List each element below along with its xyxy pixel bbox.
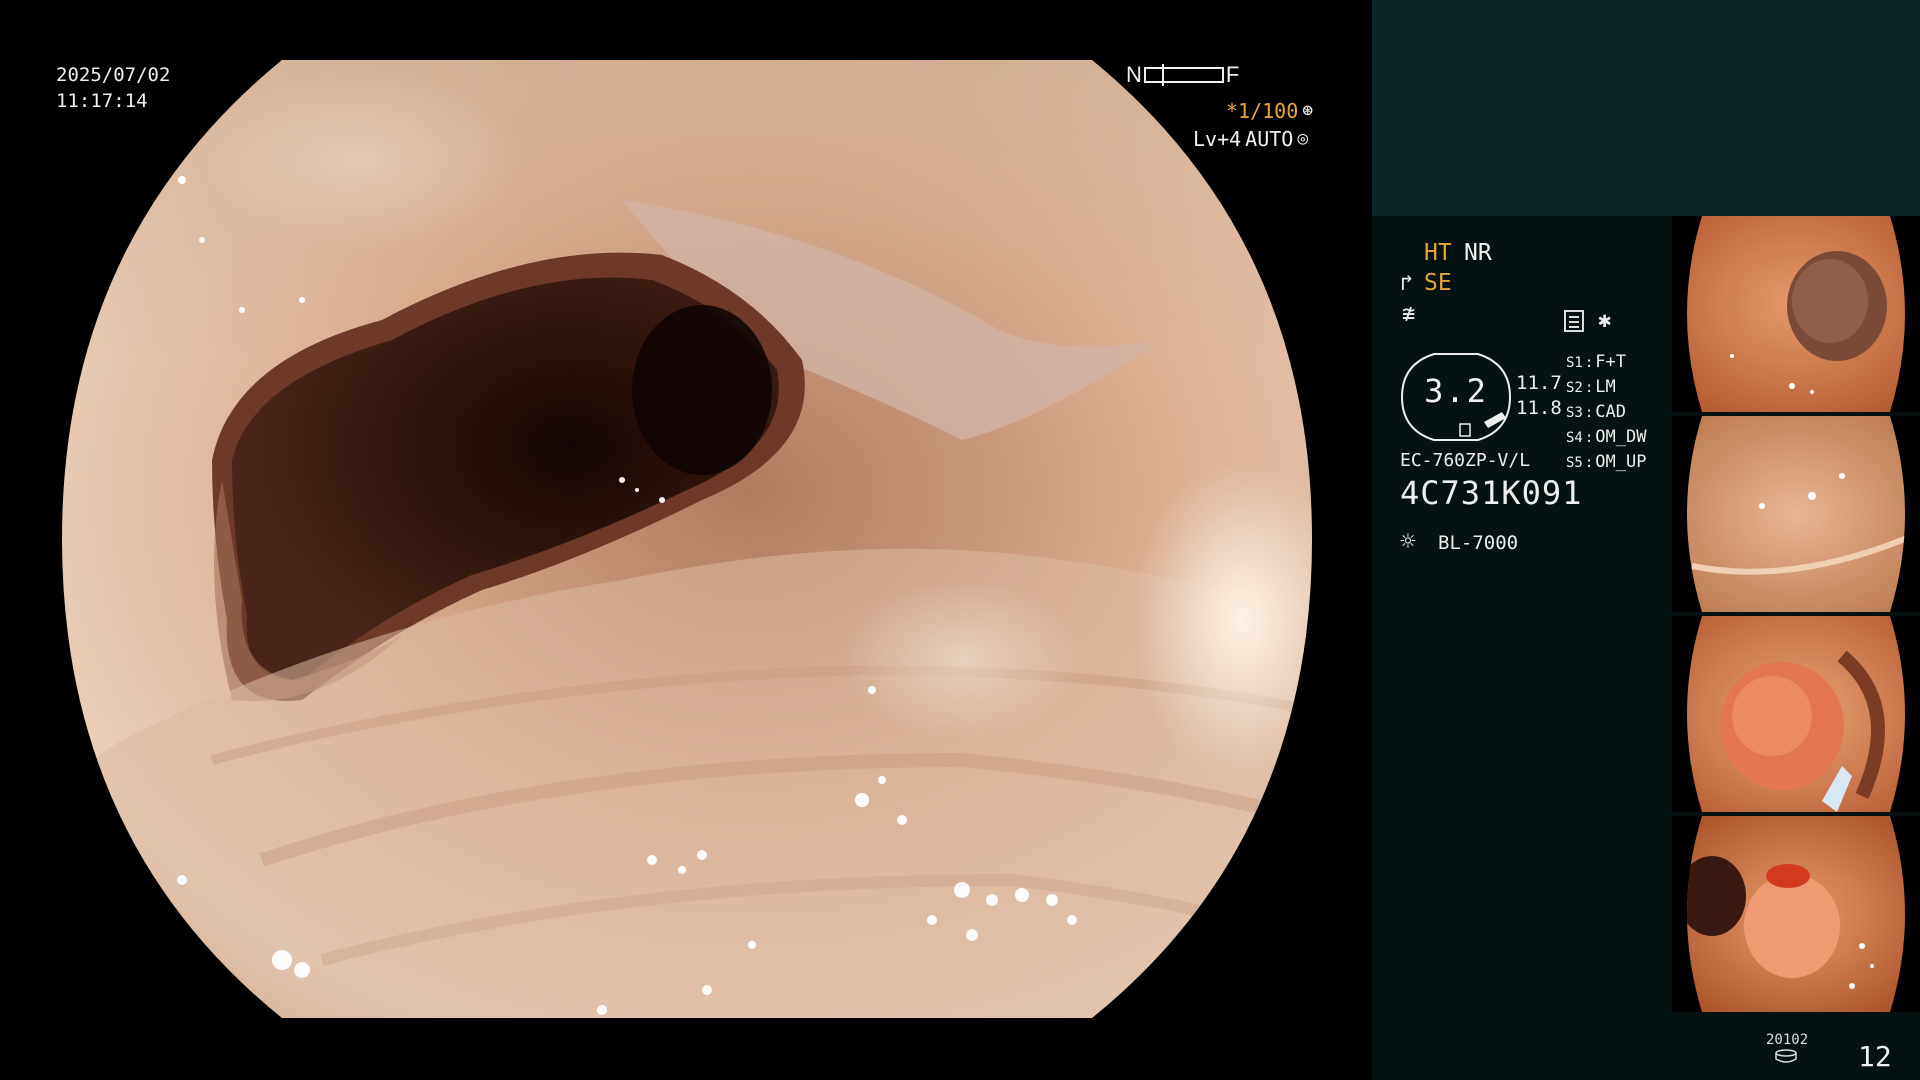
ht-label: HT [1424, 240, 1452, 266]
light-source-model-text: BL-7000 [1438, 532, 1519, 554]
scope-model-text: EC-760ZP-V/L [1400, 450, 1531, 471]
switch-s4: S4: OM_DW [1566, 427, 1647, 447]
memory-card-icon [1564, 310, 1584, 332]
switch-key: S3 [1566, 405, 1583, 421]
value-b-text: 11.8 [1516, 397, 1562, 419]
structure-enhancement-icon: ↱ [1400, 271, 1414, 296]
scope-info-panel: HT NR ↱ SE ≇ ✱ 3.2 11.7 11.8 S1: F+T S2: L… [1372, 216, 1670, 1080]
freeze-icon: ≇ [1402, 302, 1416, 327]
switch-value: OM_UP [1595, 452, 1647, 472]
scope-serial-text: 4C731K091 [1400, 474, 1583, 512]
switch-s5: S5: OM_UP [1566, 452, 1647, 472]
captured-image-thumbnail[interactable] [1672, 816, 1920, 1012]
side-panel-header-area [1372, 0, 1920, 216]
scope-diameter-value: 3.2 [1424, 372, 1488, 410]
captured-image-thumbnail[interactable] [1672, 416, 1920, 612]
asterisk-icon: ✱ [1598, 308, 1612, 333]
brightness-level-display: Lv+4 AUTO ◎ [1193, 126, 1308, 152]
switch-value: LM [1595, 377, 1616, 397]
recorder-code-text: 20102 [1766, 1032, 1809, 1048]
captured-image-thumbnail[interactable] [1672, 216, 1920, 412]
side-panel: HT NR ↱ SE ≇ ✱ 3.2 11.7 11.8 S1: F+T S2: L… [1372, 0, 1920, 1080]
switch-s2: S2: LM [1566, 377, 1616, 397]
shutter-speed-text: *1/100 [1226, 99, 1299, 123]
scope-badge: 3.2 [1400, 352, 1512, 442]
date-text: 2025/07/02 [56, 64, 171, 86]
time-text: 11:17:14 [56, 90, 148, 112]
se-label: SE [1424, 270, 1452, 296]
switch-key: S4 [1566, 430, 1583, 446]
switch-value: F+T [1595, 352, 1627, 372]
date-time-display: 2025/07/02 11:17:14 [56, 62, 170, 114]
switch-value: CAD [1595, 402, 1627, 422]
nr-label: NR [1464, 240, 1492, 266]
iris-mode-text: AUTO [1245, 127, 1294, 151]
near-far-bar [1143, 64, 1224, 86]
shutter-icon: ⊛ [1302, 100, 1314, 121]
iris-icon: ◎ [1297, 128, 1309, 149]
endoscopic-image [62, 60, 1312, 1018]
switch-key: S5 [1566, 455, 1583, 471]
near-label: N [1126, 62, 1142, 87]
captured-image-thumbnail[interactable] [1672, 616, 1920, 812]
switch-s3: S3: CAD [1566, 402, 1627, 422]
switch-s1: S1: F+T [1566, 352, 1627, 372]
switch-key: S2 [1566, 380, 1583, 396]
switch-key: S1 [1566, 355, 1583, 371]
value-a-text: 11.7 [1516, 372, 1562, 394]
light-source-icon: ☼ [1400, 527, 1416, 557]
shutter-speed-display: *1/100 ⊛ [1226, 98, 1313, 124]
far-label: F [1225, 62, 1240, 87]
image-count-text: 12 [1858, 1040, 1892, 1073]
brightness-level-text: Lv+4 [1193, 127, 1242, 151]
endoscope-video-area: 2025/07/02 11:17:14 N F *1/100 ⊛ Lv+4 AU… [0, 0, 1372, 1080]
disk-icon [1775, 1049, 1797, 1063]
switch-value: OM_DW [1595, 427, 1647, 447]
near-far-indicator: N F [1126, 62, 1239, 88]
